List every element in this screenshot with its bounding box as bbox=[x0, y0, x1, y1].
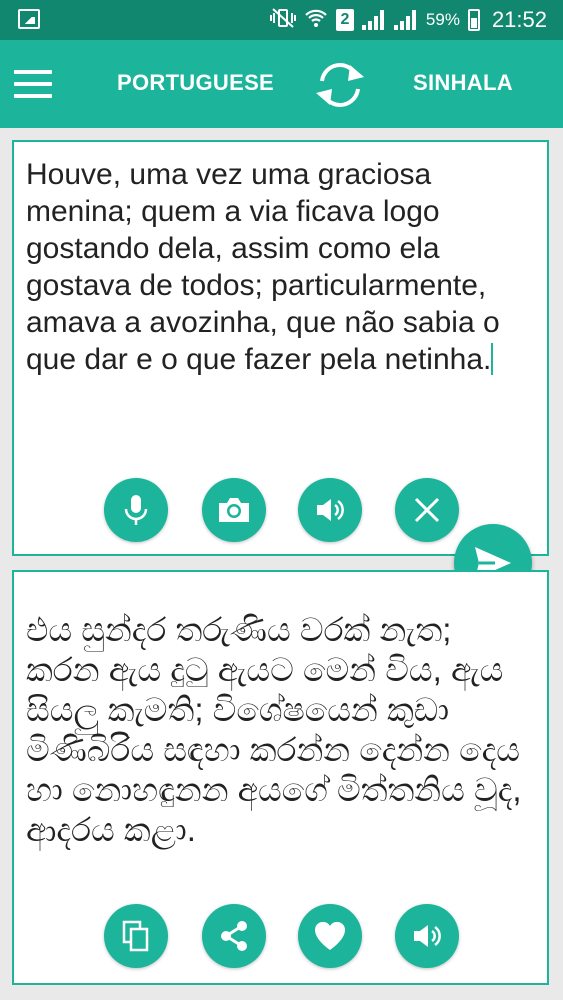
source-text: Houve, uma vez uma graciosa menina; quem… bbox=[26, 158, 509, 376]
source-text-input[interactable]: Houve, uma vez uma graciosa menina; quem… bbox=[26, 156, 526, 378]
battery-percent: 59% bbox=[425, 10, 460, 29]
text-cursor bbox=[491, 343, 494, 375]
wifi-icon bbox=[304, 7, 328, 34]
translated-text: එය සුන්දර තරුණිය වරක් නැත; කරන ඇය දුටු ඇ… bbox=[26, 611, 522, 848]
favorite-icon[interactable] bbox=[298, 904, 362, 968]
hamburger-menu-icon[interactable] bbox=[14, 70, 52, 98]
speaker-icon[interactable] bbox=[298, 478, 362, 542]
source-language-selector[interactable]: PORTUGUESE bbox=[117, 70, 274, 96]
clock: 21:52 bbox=[491, 7, 547, 32]
speaker-icon[interactable] bbox=[395, 904, 459, 968]
target-language-selector[interactable]: SINHALA bbox=[413, 70, 513, 96]
copy-icon[interactable] bbox=[104, 904, 168, 968]
battery-charging-icon bbox=[467, 9, 480, 31]
vibrate-mute-icon bbox=[269, 7, 296, 33]
camera-icon[interactable] bbox=[202, 478, 266, 542]
microphone-icon[interactable] bbox=[104, 478, 168, 542]
translation-panel: එය සුන්දර තරුණිය වරක් නැත; කරන ඇය දුටු ඇ… bbox=[12, 570, 549, 985]
signal-icon bbox=[361, 10, 386, 30]
signal-icon bbox=[393, 10, 418, 30]
app-bar: PORTUGUESE SINHALA bbox=[0, 40, 563, 128]
sim-slot-badge: 2 bbox=[335, 9, 354, 31]
source-text-panel: Houve, uma vez uma graciosa menina; quem… bbox=[12, 140, 549, 556]
status-bar: 2 59% 21:52 bbox=[0, 0, 563, 40]
share-icon[interactable] bbox=[202, 904, 266, 968]
gallery-icon bbox=[18, 9, 40, 29]
clear-icon[interactable] bbox=[395, 478, 459, 542]
swap-languages-icon[interactable] bbox=[312, 59, 368, 111]
